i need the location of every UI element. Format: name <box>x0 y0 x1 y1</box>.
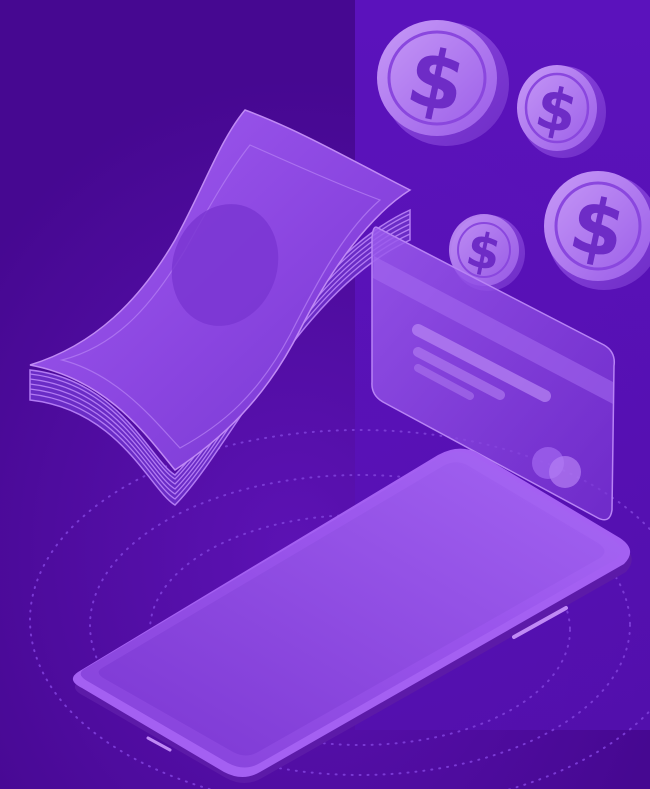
illustration-scene: $ $ $ $ <box>0 0 650 789</box>
illustration-canvas: $ $ $ $ <box>0 0 650 789</box>
